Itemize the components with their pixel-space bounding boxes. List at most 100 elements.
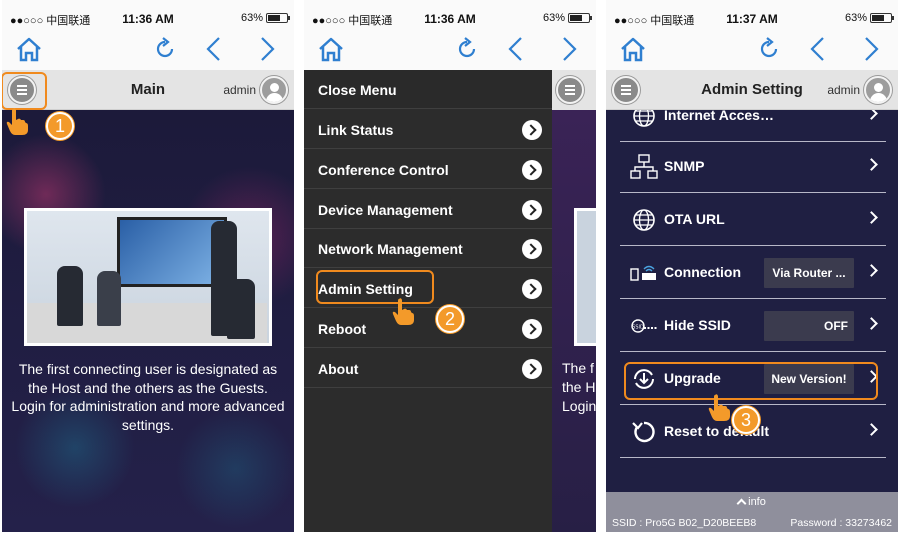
chevron-right-icon [522, 239, 542, 259]
avatar-icon[interactable] [864, 76, 892, 104]
battery-percent: 63% [844, 12, 867, 24]
connection-value: Via Router ... [764, 258, 854, 288]
setting-row-internet-access[interactable]: Internet Acces… [620, 110, 886, 142]
back-icon[interactable] [199, 34, 229, 64]
setting-label: OTA URL [664, 211, 725, 227]
avatar-icon[interactable] [260, 76, 288, 104]
info-toggle[interactable]: info [606, 496, 898, 509]
admin-setting-screen: ●●○○○ 中国联通 11:37 AM 63% Admin Setting ad… [606, 0, 898, 532]
battery-icon [870, 13, 894, 23]
chevron-right-icon [522, 359, 542, 379]
peek-photo [574, 208, 596, 346]
side-menu: Close Menu Link Status Conference Contro… [304, 70, 552, 532]
password-label: Password : 33273462 [790, 517, 892, 529]
title-bar: Main admin [2, 70, 294, 110]
menu-item-label: Link Status [318, 122, 394, 138]
forward-icon[interactable] [856, 34, 886, 64]
browser-toolbar [606, 30, 898, 70]
hand-pointer-icon [390, 296, 416, 326]
router-icon [630, 260, 658, 286]
battery-percent: 63% [542, 12, 565, 24]
menu-item-reboot[interactable]: Reboot [304, 309, 552, 348]
menu-item-label: Admin Setting [318, 281, 413, 297]
refresh-icon[interactable] [452, 34, 482, 64]
back-icon[interactable] [803, 34, 833, 64]
peek-header [552, 70, 596, 110]
peek-text: the H [562, 379, 596, 395]
caption-line: the Host and the others as the Guests. [28, 379, 268, 396]
menu-item-conference-control[interactable]: Conference Control [304, 150, 552, 189]
admin-settings-list: Internet Acces… SNMP OTA URL Connection … [606, 110, 898, 492]
browser-toolbar [304, 30, 596, 70]
username-label: admin [223, 83, 256, 97]
intro-caption: The first connecting user is designated … [2, 360, 294, 434]
battery-status: 63% [844, 12, 894, 24]
setting-row-ota-url[interactable]: OTA URL [620, 194, 886, 246]
setting-label: SNMP [664, 158, 705, 174]
battery-status: 63% [542, 12, 592, 24]
globe-icon [630, 207, 658, 233]
title-bar: Admin Setting admin [606, 70, 898, 110]
chevron-right-icon [522, 120, 542, 140]
main-screen: ●●○○○ 中国联通 11:36 AM 63% Main admin The f… [2, 0, 294, 532]
step-badge: 2 [436, 305, 464, 333]
info-label: info [748, 496, 766, 508]
forward-icon[interactable] [554, 34, 584, 64]
refresh-icon[interactable] [754, 34, 784, 64]
hide-ssid-toggle[interactable]: OFF [764, 311, 854, 341]
reset-icon [630, 419, 658, 445]
menu-item-label: About [318, 361, 359, 377]
chevron-right-icon [865, 370, 878, 383]
menu-item-close[interactable]: Close Menu [304, 70, 552, 109]
chevron-right-icon [865, 110, 878, 120]
home-icon[interactable] [14, 34, 44, 64]
ssid-label: SSID : Pro5G B02_D20BEEB8 [612, 517, 757, 529]
battery-icon [266, 13, 290, 23]
menu-icon[interactable] [556, 76, 584, 104]
chevron-right-icon [865, 264, 878, 277]
battery-status: 63% [241, 12, 290, 24]
upgrade-icon [630, 366, 658, 392]
ssid-icon: SSID [630, 313, 658, 339]
menu-item-label: Device Management [318, 202, 453, 218]
username-label: admin [827, 83, 860, 97]
menu-item-about[interactable]: About [304, 349, 552, 388]
step-badge: 1 [46, 112, 74, 140]
info-footer: info SSID : Pro5G B02_D20BEEB8 Password … [606, 492, 898, 532]
menu-item-label: Network Management [318, 241, 463, 257]
chevron-up-icon [736, 498, 747, 509]
setting-row-connection[interactable]: Connection Via Router ... [620, 247, 886, 299]
caption-line: The first connecting user is designated … [18, 361, 278, 377]
step-badge: 3 [732, 406, 760, 434]
chevron-right-icon [865, 158, 878, 171]
setting-label: Connection [664, 264, 741, 280]
refresh-icon[interactable] [150, 34, 180, 64]
menu-item-network-management[interactable]: Network Management [304, 229, 552, 268]
setting-label: Hide SSID [664, 317, 731, 333]
hand-pointer-icon [4, 106, 30, 136]
caption-line: Login for administration and more advanc… [11, 398, 285, 414]
caption-line: settings. [121, 416, 175, 433]
chevron-right-icon [522, 279, 542, 299]
chevron-right-icon [522, 200, 542, 220]
setting-row-snmp[interactable]: SNMP [620, 141, 886, 193]
setting-label: Internet Acces… [664, 110, 774, 123]
back-icon[interactable] [501, 34, 531, 64]
conference-photo [24, 208, 272, 346]
menu-item-device-management[interactable]: Device Management [304, 190, 552, 229]
svg-text:SSID: SSID [632, 325, 644, 331]
chevron-right-icon [865, 317, 878, 330]
peek-text: Login [562, 398, 596, 414]
menu-screen: ●●○○○ 中国联通 11:36 AM 63% Close Menu Link … [304, 0, 596, 532]
browser-toolbar [2, 30, 294, 70]
setting-row-upgrade[interactable]: Upgrade New Version! [620, 353, 886, 405]
home-icon[interactable] [316, 34, 346, 64]
home-icon[interactable] [618, 34, 648, 64]
setting-label: Upgrade [664, 370, 721, 386]
main-page-peek[interactable]: The f the H Login [552, 70, 596, 532]
menu-item-admin-setting[interactable]: Admin Setting [304, 269, 552, 308]
forward-icon[interactable] [252, 34, 282, 64]
setting-row-hide-ssid[interactable]: SSID Hide SSID OFF [620, 300, 886, 352]
menu-item-link-status[interactable]: Link Status [304, 110, 552, 149]
hand-pointer-icon [706, 392, 732, 422]
